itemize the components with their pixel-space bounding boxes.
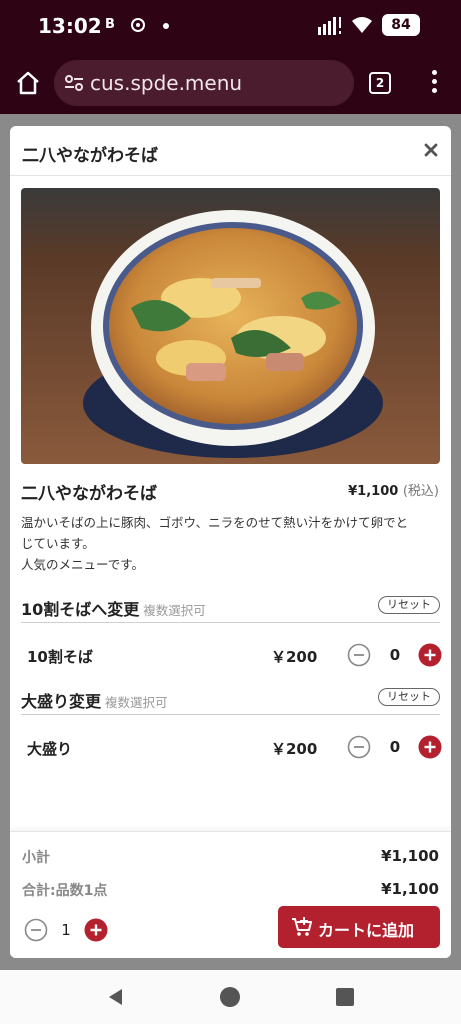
minus-circle-icon[interactable]: [24, 918, 48, 942]
option-row: 10割そば ￥200 0: [21, 636, 442, 676]
option-group-note: 複数選択可: [105, 695, 168, 710]
quantity-value: 1: [61, 921, 71, 939]
notification-icon: B: [105, 17, 115, 32]
option-name: 10割そば: [27, 648, 93, 666]
option-group-title: 10割そばへ変更 複数選択可: [21, 600, 206, 619]
status-time: 13:02: [38, 14, 102, 38]
nav-home-icon[interactable]: [220, 987, 240, 1007]
option-quantity: 0: [389, 646, 401, 664]
option-group-header: 大盛り変更 複数選択可 リセット: [21, 685, 440, 715]
nav-recents-icon[interactable]: [336, 988, 354, 1006]
tax-label: (税込): [402, 484, 439, 499]
option-group-note: 複数選択可: [143, 603, 206, 618]
plus-circle-icon[interactable]: [84, 918, 108, 942]
reset-button[interactable]: リセット: [378, 688, 440, 706]
system-nav-bar: [0, 970, 461, 1024]
total-label: 合計:品数1点: [22, 883, 108, 899]
description-line: 温かいそばの上に豚肉、ゴボウ、ニラをのせて熱い汁をかけて卵でと: [21, 515, 409, 530]
add-to-cart-label: カートに追加: [318, 921, 415, 940]
option-quantity: 0: [389, 738, 401, 756]
minus-circle-icon[interactable]: [347, 643, 371, 667]
cart-add-icon: [292, 917, 312, 936]
modal-header: 二八やながわそば: [10, 126, 451, 176]
option-row: 大盛り ￥200 0: [21, 728, 442, 768]
signal-icon: [318, 17, 341, 35]
dot-icon: [163, 23, 169, 29]
battery-icon: 84: [382, 14, 420, 36]
url-text: cus.spde.menu: [90, 71, 243, 95]
record-icon: [131, 18, 145, 32]
plus-circle-icon[interactable]: [418, 643, 442, 667]
plus-circle-icon[interactable]: [418, 735, 442, 759]
product-photo: [21, 188, 440, 464]
minus-circle-icon[interactable]: [347, 735, 371, 759]
reset-button[interactable]: リセット: [378, 596, 440, 614]
add-to-cart-button[interactable]: カートに追加: [278, 906, 440, 948]
address-bar[interactable]: cus.spde.menu: [54, 60, 354, 106]
status-bar: 13:02 B 84: [0, 0, 461, 52]
option-group-header: 10割そばへ変更 複数選択可 リセット: [21, 593, 440, 623]
nav-back-icon[interactable]: [106, 987, 126, 1007]
item-name: 二八やながわそば: [21, 484, 157, 504]
close-icon[interactable]: [419, 138, 443, 162]
option-name: 大盛り: [27, 740, 73, 758]
site-settings-icon[interactable]: [64, 74, 84, 92]
description-line: 人気のメニューです。: [21, 557, 145, 572]
wifi-icon: [352, 17, 372, 33]
option-price: ￥200: [271, 648, 318, 666]
product-modal: 二八やながわそば 二八やながわそば ¥1,100 (税込) 温かいそばの上に豚肉…: [10, 126, 451, 958]
option-price: ￥200: [271, 740, 318, 758]
price-value: ¥1,100: [348, 484, 399, 499]
description-line: じています。: [21, 536, 95, 551]
browser-toolbar: cus.spde.menu 2: [0, 52, 461, 114]
option-group-title: 大盛り変更 複数選択可: [21, 692, 168, 711]
order-footer: 小計 ¥1,100 合計:品数1点 ¥1,100 1 カートに追加: [10, 831, 451, 958]
home-icon[interactable]: [14, 69, 42, 97]
subtotal-value: ¥1,100: [381, 847, 439, 865]
subtotal-label: 小計: [22, 850, 50, 866]
more-vert-icon[interactable]: [427, 70, 441, 96]
item-description: 温かいそばの上に豚肉、ゴボウ、ニラをのせて熱い汁をかけて卵でと じています。 人…: [21, 512, 441, 575]
item-price: ¥1,100 (税込): [348, 480, 439, 499]
modal-title: 二八やながわそば: [22, 146, 158, 166]
total-value: ¥1,100: [381, 880, 439, 898]
tabs-icon[interactable]: 2: [369, 72, 391, 94]
